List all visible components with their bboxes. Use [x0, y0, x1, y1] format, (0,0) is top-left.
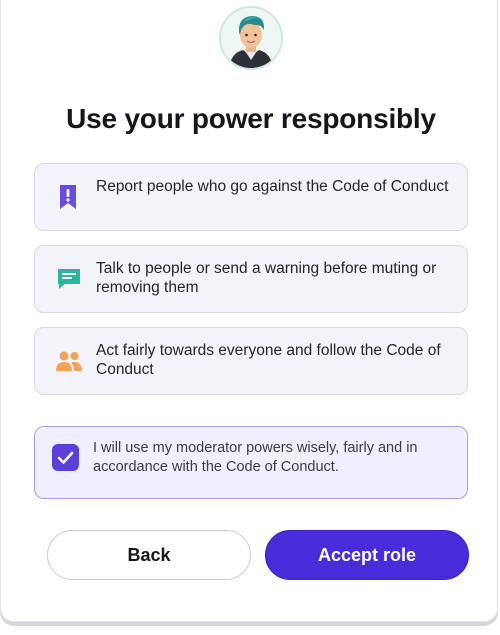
report-flag-icon [55, 183, 83, 211]
agreement-option[interactable]: I will use my moderator powers wisely, f… [34, 426, 468, 499]
rule-text: Report people who go against the Code of… [96, 178, 449, 195]
rule-item-report: Report people who go against the Code of… [34, 163, 468, 231]
rule-text: Talk to people or send a warning before … [96, 260, 437, 296]
agreement-checkbox[interactable] [52, 444, 79, 471]
dialog-title: Use your power responsibly [66, 103, 436, 134]
rule-item-warn: Talk to people or send a warning before … [34, 245, 468, 313]
avatar [219, 6, 283, 70]
rule-item-fair: Act fairly towards everyone and follow t… [34, 327, 468, 395]
moderator-role-dialog: Use your power responsibly Report people… [0, 0, 498, 622]
agreement-text: I will use my moderator powers wisely, f… [93, 440, 418, 475]
people-icon [55, 347, 83, 375]
checkmark-icon [57, 451, 74, 464]
chat-message-icon [55, 265, 83, 293]
user-avatar-icon [221, 8, 281, 68]
rule-text: Act fairly towards everyone and follow t… [96, 342, 441, 378]
accept-role-button[interactable]: Accept role [265, 530, 469, 580]
back-button[interactable]: Back [47, 530, 251, 580]
